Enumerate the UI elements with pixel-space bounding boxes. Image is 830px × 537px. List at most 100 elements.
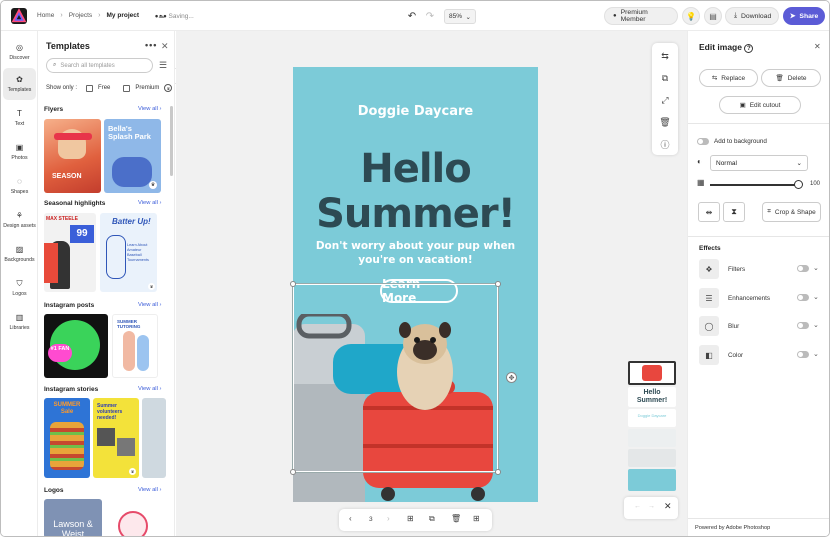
blur-toggle[interactable]: [797, 322, 809, 329]
free-checkbox[interactable]: [86, 84, 94, 92]
help-icon[interactable]: ?: [744, 44, 754, 53]
chevron-down-icon[interactable]: ⌄: [813, 321, 819, 329]
view-all-instagram-stories-link[interactable]: View all ›: [138, 386, 161, 392]
resize-handle-tr[interactable]: [495, 281, 501, 287]
premium-label: Premium: [135, 85, 160, 91]
info-icon[interactable]: ⓘ: [660, 139, 670, 150]
duplicate-page-icon[interactable]: ⧉: [429, 514, 435, 524]
effect-row-blur[interactable]: ◯ Blur ⌄: [699, 316, 821, 336]
effect-row-enhancements[interactable]: ☰ Enhancements ⌄: [699, 288, 821, 308]
effect-row-filters[interactable]: ❖ Filters ⌄: [699, 259, 821, 279]
view-all-instagram-posts-link[interactable]: View all ›: [138, 302, 161, 308]
rail-item-libraries[interactable]: ▥ Libraries: [3, 306, 36, 338]
save-status: ☁ Saving...: [158, 12, 194, 21]
template-thumb-story-3[interactable]: [142, 398, 166, 478]
rail-item-logos[interactable]: ⛉ Logos: [3, 272, 36, 304]
arrow-left-icon[interactable]: ←: [634, 503, 641, 510]
opacity-slider-knob[interactable]: [794, 180, 803, 189]
effect-row-color[interactable]: ◧ Color ⌄: [699, 345, 821, 365]
rotate-handle-icon[interactable]: ✥: [506, 372, 517, 383]
template-thumb-seasonal-2[interactable]: Batter Up! Learn About Amateur Baseball …: [100, 213, 157, 292]
resize-handle-tl[interactable]: [290, 281, 296, 287]
rail-item-discover[interactable]: ◎ Discover: [3, 36, 36, 68]
chevron-down-icon[interactable]: ⌄: [813, 293, 819, 301]
breadcrumb-project-name[interactable]: My project: [107, 12, 140, 19]
adobe-express-logo[interactable]: [11, 8, 27, 24]
chevron-down-icon[interactable]: ⌄: [813, 264, 819, 272]
template-thumb-insta-2[interactable]: SUMMER TUTORING: [112, 314, 158, 378]
delete-button[interactable]: 🗑 Delete: [761, 69, 821, 87]
rail-item-design-assets[interactable]: ⚘ Design assets: [3, 204, 36, 236]
more-options-icon[interactable]: •••: [145, 40, 157, 50]
swap-icon[interactable]: ⇆: [660, 51, 670, 61]
edit-cutout-button[interactable]: ▣ Edit cutout: [719, 96, 801, 114]
arrow-right-icon[interactable]: →: [648, 503, 655, 510]
delete-page-icon[interactable]: 🗑: [451, 514, 461, 523]
template-thumb-story-1[interactable]: SUMMER Sale: [44, 398, 90, 478]
grid-view-icon[interactable]: ⊞: [473, 514, 480, 523]
chevron-left-icon[interactable]: ‹: [349, 514, 352, 523]
view-all-seasonal-link[interactable]: View all ›: [138, 200, 161, 206]
premium-member-badge[interactable]: ● Premium Member: [604, 7, 678, 25]
download-button[interactable]: ⤓ Download: [725, 7, 779, 25]
template-thumb-flyer-1[interactable]: SEASON: [44, 119, 101, 193]
flip-vertical-button[interactable]: ⧗: [723, 202, 745, 222]
template-thumb-insta-1[interactable]: #1 FAN: [44, 314, 108, 378]
resize-handle-bl[interactable]: [290, 469, 296, 475]
page-thumb-1[interactable]: [628, 361, 676, 385]
view-all-logos-link[interactable]: View all ›: [138, 487, 161, 493]
template-thumb-logo-1[interactable]: Lawson & Weist: [44, 499, 102, 536]
template-thumb-flyer-2[interactable]: Bella's Splash Park ♛: [104, 119, 161, 193]
page-thumb-2[interactable]: Hello Summer!: [628, 387, 676, 407]
image-selection-box[interactable]: [292, 283, 499, 473]
close-icon[interactable]: ✕: [664, 501, 672, 512]
chevron-right-icon[interactable]: ›: [387, 514, 390, 523]
close-icon[interactable]: ✕: [814, 42, 821, 51]
premium-checkbox[interactable]: [123, 84, 131, 92]
design-tagline[interactable]: Don't worry about your pup when you're o…: [313, 239, 518, 267]
lightbulb-icon[interactable]: 💡: [682, 7, 700, 25]
design-brand-logo[interactable]: Doggie Daycare: [293, 105, 538, 118]
crop-shape-button[interactable]: ⌗ Crop & Shape: [762, 202, 821, 222]
template-thumb-seasonal-1[interactable]: MAX STEELE 99: [44, 213, 96, 292]
resize-handle-br[interactable]: [495, 469, 501, 475]
share-button[interactable]: ➤ Share: [783, 7, 825, 25]
design-headline[interactable]: Hello Summer!: [293, 147, 538, 237]
filters-toggle[interactable]: [797, 265, 809, 272]
filter-icon[interactable]: ☰: [159, 60, 167, 71]
chevron-down-icon[interactable]: ⌄: [813, 350, 819, 358]
undo-icon[interactable]: ↶: [405, 9, 419, 23]
page-thumb-6[interactable]: [628, 469, 676, 491]
resize-icon[interactable]: ⤢: [660, 95, 670, 105]
panel-scrollbar[interactable]: [170, 106, 173, 176]
color-toggle[interactable]: [797, 351, 809, 358]
duplicate-icon[interactable]: ⧉: [660, 73, 670, 83]
blend-mode-select[interactable]: Normal ⌄: [710, 155, 808, 171]
trash-icon[interactable]: 🗑: [659, 117, 670, 127]
rail-item-photos[interactable]: ▣ Photos: [3, 136, 36, 168]
breadcrumb-projects[interactable]: Projects: [69, 12, 92, 19]
enhancements-toggle[interactable]: [797, 294, 809, 301]
add-to-background-toggle[interactable]: [697, 138, 709, 145]
replace-button[interactable]: ⇆ Replace: [699, 69, 758, 87]
page-thumb-3[interactable]: Doggie Daycare: [628, 409, 676, 427]
flip-horizontal-button[interactable]: ⇹: [698, 202, 720, 222]
template-thumb-story-2[interactable]: Summer volunteers needed! ♛: [93, 398, 139, 478]
rail-item-text[interactable]: T Text: [3, 102, 36, 134]
rail-item-shapes[interactable]: ◌ Shapes: [3, 170, 36, 202]
page-thumb-4[interactable]: [628, 429, 676, 447]
canvas-side-toolbar: ⇆ ⧉ ⤢ 🗑 ⓘ: [652, 43, 678, 155]
add-page-icon[interactable]: ⊞: [407, 514, 414, 523]
page-thumb-5[interactable]: [628, 449, 676, 467]
search-input[interactable]: ⌕ Search all templates: [46, 58, 153, 73]
breadcrumb-home[interactable]: Home: [37, 12, 54, 19]
opacity-slider-track[interactable]: [710, 184, 798, 186]
rail-item-templates[interactable]: ✿ Templates: [3, 68, 36, 100]
redo-icon[interactable]: ↷: [423, 9, 437, 23]
template-thumb-logo-2[interactable]: [112, 499, 158, 536]
zoom-select[interactable]: 85% ⌄: [444, 9, 476, 24]
close-icon[interactable]: ✕: [161, 41, 169, 52]
rail-item-backgrounds[interactable]: ▨ Backgrounds: [3, 238, 36, 270]
view-all-flyers-link[interactable]: View all ›: [138, 106, 161, 112]
comment-icon[interactable]: ▤: [704, 7, 722, 25]
